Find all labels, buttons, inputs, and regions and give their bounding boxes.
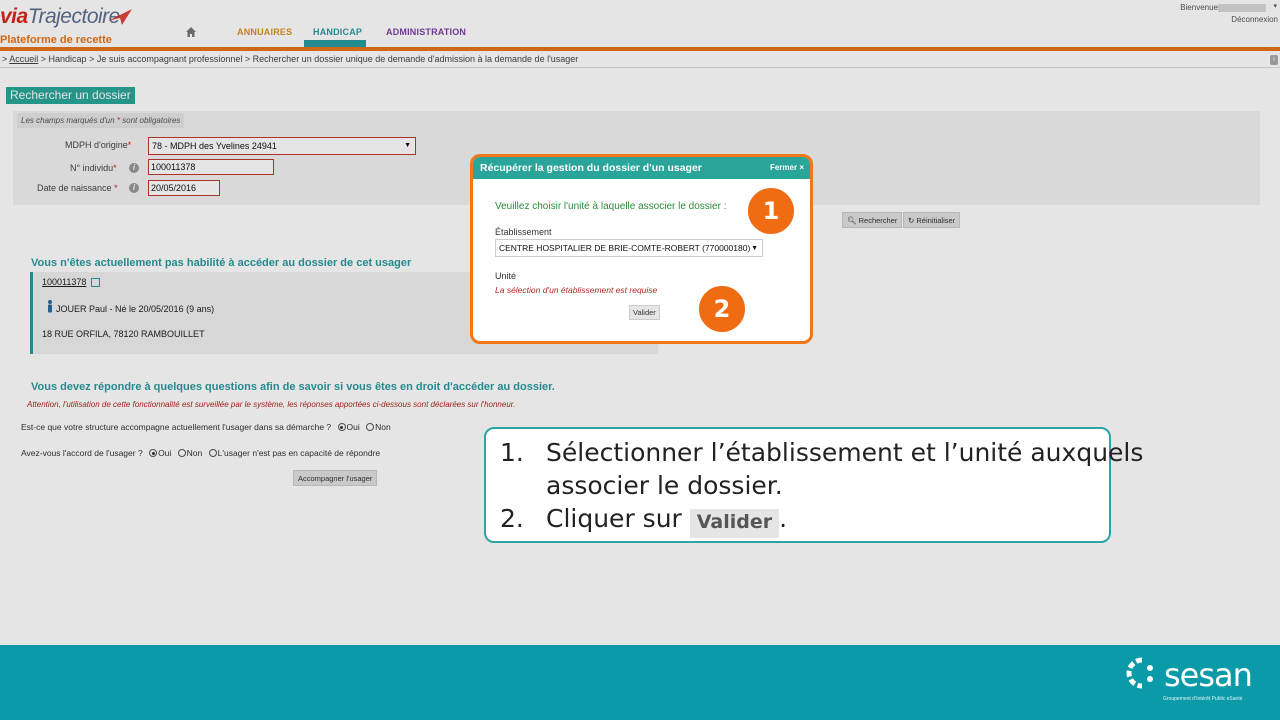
instruction-callout: 1. Sélectionner l’établissement et l’unit… — [484, 427, 1143, 543]
valider-button[interactable]: Valider — [629, 305, 660, 320]
sesan-tagline: Groupement d’Intérêt Public eSanté — [1163, 696, 1243, 702]
step-1-text-cont: associer le dossier. — [546, 471, 783, 500]
modal-header: Récupérer la gestion du dossier d'un usa… — [473, 157, 810, 179]
chevron-down-icon: ▼ — [751, 245, 758, 252]
footer-banner: sesan Groupement d’Intérêt Public eSanté — [0, 645, 1280, 720]
modal-prompt: Veuillez choisir l'unité à laquelle asso… — [495, 201, 727, 212]
app-window: viaTrajectoire Plateforme de recette ANN… — [0, 0, 1280, 645]
step-2-text: 2. Cliquer sur Valider. — [500, 504, 787, 538]
unite-error-message: La sélection d'un établissement est requ… — [495, 285, 658, 295]
valider-button-image: Valider — [689, 509, 780, 538]
step-1-badge: 1 — [746, 186, 796, 236]
step-2-badge: 2 — [697, 284, 747, 334]
close-button[interactable]: Fermer × — [770, 163, 804, 172]
modal-title: Récupérer la gestion du dossier d'un usa… — [480, 162, 702, 174]
sesan-logo-text: sesan — [1164, 656, 1253, 694]
etablissement-label: Établissement — [495, 227, 552, 237]
etablissement-select[interactable]: CENTRE HOSPITALIER DE BRIE-COMTE-ROBERT … — [495, 239, 763, 257]
recover-dossier-modal: Récupérer la gestion du dossier d'un usa… — [470, 154, 813, 344]
unite-label: Unité — [495, 271, 517, 281]
step-1-text: 1. Sélectionner l’établissement et l’unit… — [500, 438, 1144, 467]
sesan-logo-icon — [1126, 657, 1153, 689]
